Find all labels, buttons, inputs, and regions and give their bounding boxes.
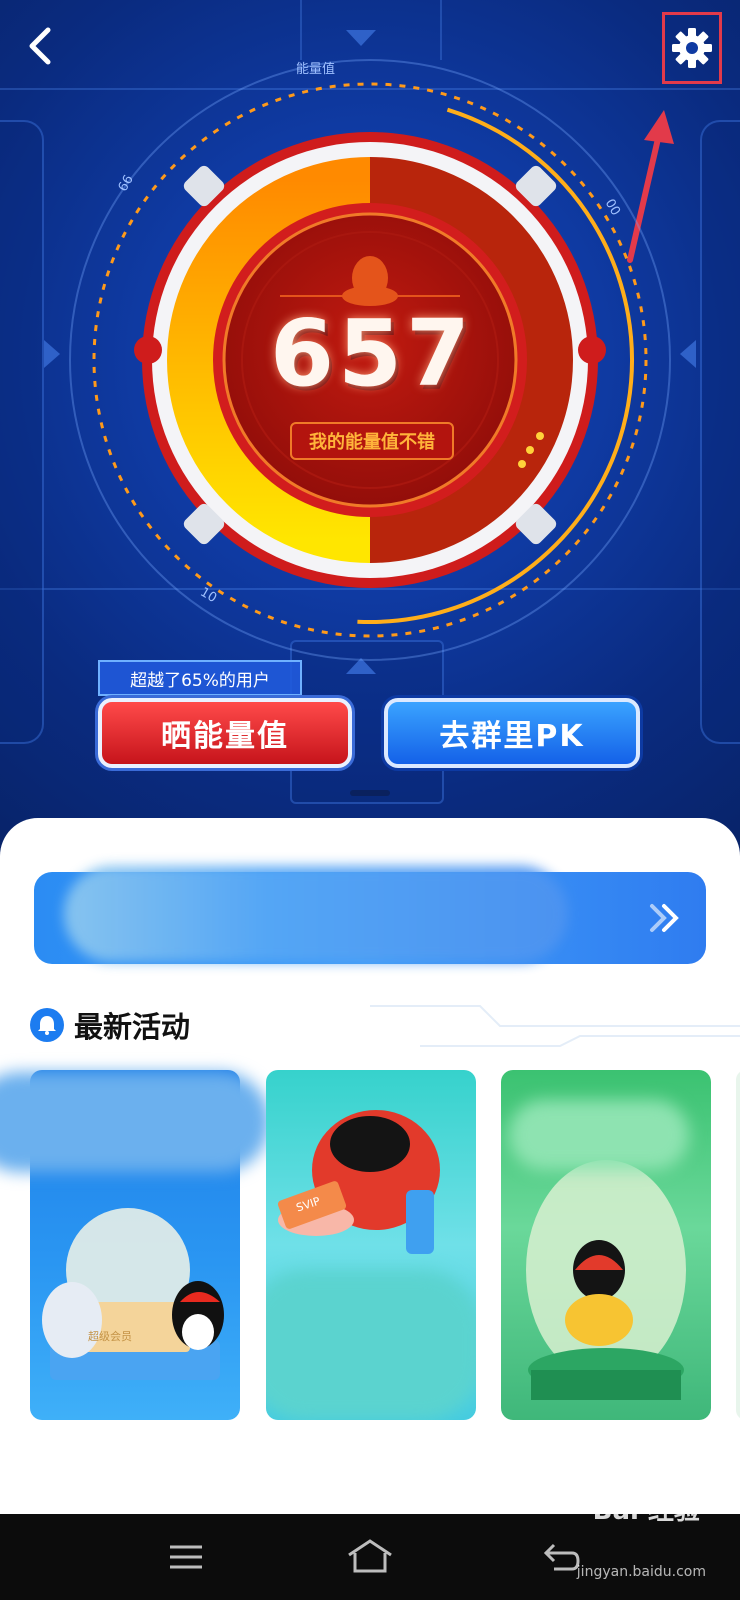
content-sheet: 最新活动 超级会员 SVIP bbox=[0, 818, 740, 1514]
side-panel-right bbox=[700, 120, 740, 744]
triangle-marker bbox=[680, 340, 696, 368]
double-chevron-right-icon bbox=[650, 904, 679, 932]
activity-card[interactable] bbox=[501, 1070, 711, 1420]
chevron-left-icon bbox=[29, 27, 51, 65]
watermark-brand: Bai 经验 bbox=[592, 1496, 700, 1526]
activity-card[interactable] bbox=[736, 1070, 740, 1420]
energy-score: 657 bbox=[270, 300, 475, 407]
promo-banner[interactable] bbox=[34, 866, 706, 964]
home-button[interactable] bbox=[340, 1532, 400, 1582]
card-caption: 超级会员 bbox=[88, 1330, 132, 1343]
beat-percentage-badge: 超越了65%的用户 bbox=[98, 660, 302, 696]
energy-rating-tag: 我的能量值不错 bbox=[290, 422, 454, 460]
watermark-url: jingyan.baidu.com bbox=[576, 1564, 706, 1580]
section-title: 最新活动 bbox=[74, 1010, 191, 1044]
blurred-region bbox=[509, 1100, 689, 1170]
blurred-region bbox=[0, 1072, 270, 1172]
section-header: 最新活动 bbox=[30, 1004, 190, 1046]
back-icon bbox=[543, 1543, 580, 1571]
activity-card[interactable]: SVIP bbox=[266, 1070, 476, 1420]
triangle-marker bbox=[346, 30, 376, 46]
circuit-decoration bbox=[370, 1005, 740, 1047]
side-panel-left bbox=[0, 120, 44, 744]
blurred-region bbox=[266, 1270, 476, 1420]
energy-panel: 能量值 66 00 10 657 我的能量值不错 超越了65%的用户 晒能量值 … bbox=[0, 0, 740, 860]
home-icon bbox=[348, 1539, 392, 1573]
share-energy-button[interactable]: 晒能量值 bbox=[98, 698, 352, 768]
bell-icon bbox=[30, 1008, 64, 1042]
gauge-label: 能量值 bbox=[296, 62, 336, 77]
group-pk-button[interactable]: 去群里PK bbox=[384, 698, 640, 768]
drag-handle[interactable] bbox=[350, 790, 390, 796]
banner-blurred-content bbox=[64, 866, 568, 962]
menu-button[interactable] bbox=[156, 1532, 216, 1582]
menu-icon bbox=[170, 1545, 202, 1569]
